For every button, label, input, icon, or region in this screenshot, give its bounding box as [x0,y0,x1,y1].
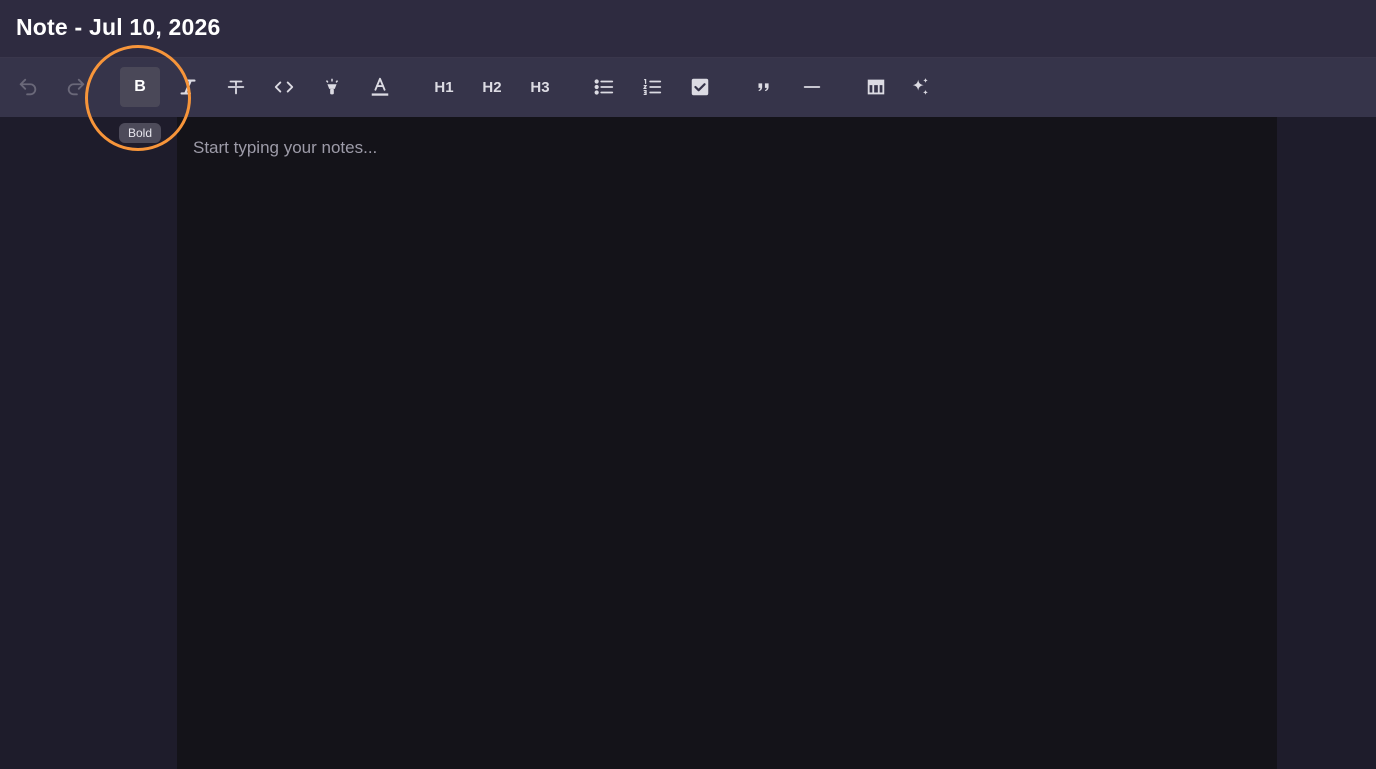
heading-1-label: H1 [434,78,454,96]
strikethrough-button[interactable] [216,67,256,107]
note-header: Note - Jul 10, 2026 [0,0,1376,58]
quote-icon [753,76,775,98]
heading-3-label: H3 [530,78,550,96]
redo-button[interactable] [56,67,96,107]
editor-placeholder: Start typing your notes... [193,138,378,157]
horizontal-rule-icon [801,76,823,98]
highlight-button[interactable] [312,67,352,107]
ordered-list-icon [641,76,663,98]
undo-icon [17,76,39,98]
bullet-list-icon [593,76,615,98]
note-title: Note - Jul 10, 2026 [16,14,221,40]
highlighter-icon [321,76,343,98]
horizontal-rule-button[interactable] [792,67,832,107]
heading-2-label: H2 [482,78,502,96]
ordered-list-button[interactable] [632,67,672,107]
heading-1-button[interactable]: H1 [424,67,464,107]
redo-icon [65,76,87,98]
note-editor[interactable]: Start typing your notes... [177,117,1277,769]
table-button[interactable] [856,67,896,107]
code-icon [273,76,295,98]
blockquote-button[interactable] [744,67,784,107]
formatting-toolbar: B H1 H2 H3 [0,58,1376,117]
checkbox-icon [689,76,711,98]
editor-workspace: Start typing your notes... [0,117,1376,769]
heading-3-button[interactable]: H3 [520,67,560,107]
bullet-list-button[interactable] [584,67,624,107]
sparkles-icon [909,76,931,98]
undo-button[interactable] [8,67,48,107]
bold-icon: B [134,78,146,95]
ai-assist-button[interactable] [900,67,940,107]
bold-tooltip: Bold [119,123,161,143]
note-app: Note - Jul 10, 2026 B H1 H2 H3 Start typ… [0,0,1376,769]
code-button[interactable] [264,67,304,107]
text-color-button[interactable] [360,67,400,107]
table-icon [865,76,887,98]
italic-button[interactable] [168,67,208,107]
bold-button[interactable]: B [120,67,160,107]
heading-2-button[interactable]: H2 [472,67,512,107]
strikethrough-icon [225,76,247,98]
task-list-button[interactable] [680,67,720,107]
text-color-icon [369,76,391,98]
italic-icon [177,76,199,98]
